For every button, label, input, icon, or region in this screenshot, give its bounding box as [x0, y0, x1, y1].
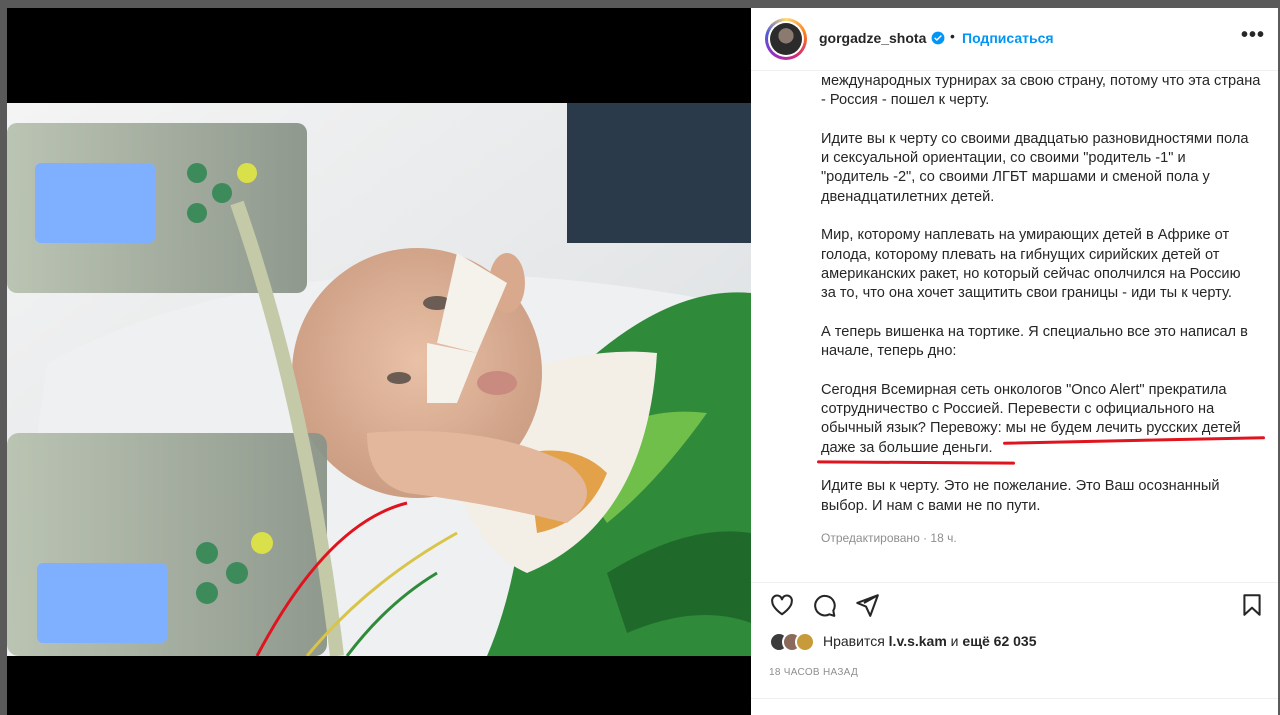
photo-illustration: [7, 103, 751, 656]
likes-user-link[interactable]: l.v.s.kam: [889, 633, 947, 649]
likes-text: Нравится l.v.s.kam и ещё 62 035: [823, 633, 1037, 649]
comment-icon[interactable]: [811, 592, 837, 618]
avatar-image: [768, 21, 804, 57]
more-options-icon[interactable]: •••: [1241, 24, 1265, 47]
follow-button[interactable]: Подписаться: [962, 30, 1054, 46]
separator-dot: •: [950, 28, 955, 44]
post-header: gorgadze_shota • Подписаться •••: [751, 8, 1278, 71]
caption-paragraph: Идите вы к черту. Это не пожелание. Это …: [821, 478, 1220, 514]
avatar-photo: [770, 23, 802, 55]
likes-connector: и: [946, 633, 963, 649]
post-caption: международных турнирах за свою страну, п…: [821, 72, 1271, 592]
post-photo: [7, 103, 751, 656]
caption-paragraph: Мир, которому наплевать на умирающих дет…: [821, 227, 1241, 302]
caption-paragraph: международных турнирах за свою страну, п…: [821, 73, 1261, 109]
caption-paragraph: Идите вы к черту со своими двадцатью раз…: [821, 130, 1249, 205]
post-timestamp[interactable]: 18 ЧАСОВ НАЗАД: [769, 667, 858, 678]
caption-paragraph: А теперь вишенка на тортике. Я специальн…: [821, 323, 1248, 360]
divider: [751, 698, 1278, 699]
liker-avatar: [795, 632, 815, 652]
post-media: [7, 8, 751, 715]
likes-prefix: Нравится: [823, 633, 889, 649]
verified-badge-icon: [931, 31, 945, 45]
liker-avatars: [769, 632, 825, 652]
edited-label: Отредактировано · 18 ч.: [821, 531, 957, 545]
bookmark-icon[interactable]: [1239, 592, 1265, 618]
likes-count-link[interactable]: ещё 62 035: [962, 633, 1036, 649]
share-icon[interactable]: [854, 592, 880, 618]
caption-paragraph: Сегодня Всемирная сеть онкологов "Onco A…: [821, 381, 1241, 456]
heart-icon[interactable]: [769, 592, 795, 618]
post-details-panel: gorgadze_shota • Подписаться ••• междуна…: [751, 8, 1278, 715]
action-bar: [751, 582, 1278, 626]
author-username[interactable]: gorgadze_shota: [819, 30, 926, 46]
author-avatar[interactable]: [765, 18, 807, 60]
dimmed-feed-left: [0, 8, 7, 715]
dimmed-feed-top: [0, 0, 1280, 8]
